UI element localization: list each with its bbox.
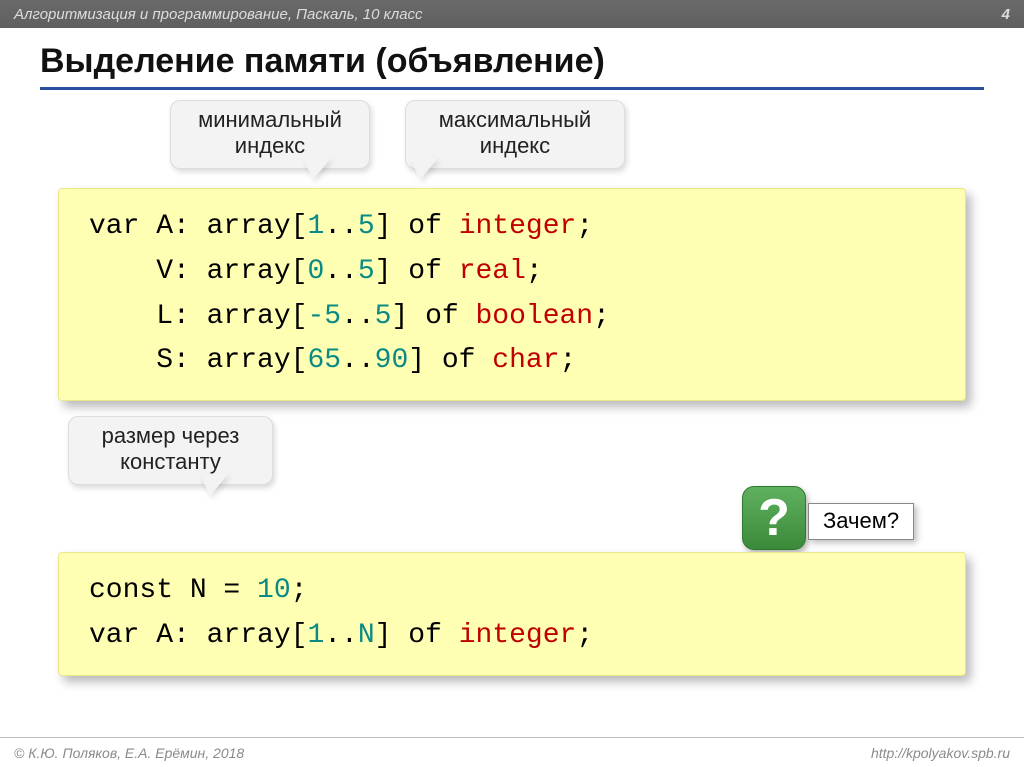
code-number: 1 bbox=[307, 620, 324, 651]
callout-text: максимальный bbox=[439, 107, 591, 132]
code-text: ; bbox=[593, 301, 610, 332]
code-type: char bbox=[492, 345, 559, 376]
code-text: .. bbox=[324, 211, 358, 242]
code-number: 5 bbox=[375, 301, 392, 332]
code-identifier: N bbox=[358, 620, 375, 651]
footer-url: http://kpolyakov.spb.ru bbox=[871, 745, 1010, 761]
code-number: 10 bbox=[257, 575, 291, 606]
breadcrumb: Алгоритмизация и программирование, Паска… bbox=[14, 6, 423, 23]
code-text: .. bbox=[324, 256, 358, 287]
callout-text: индекс bbox=[480, 133, 550, 158]
code-text: ; bbox=[291, 575, 308, 606]
code-text: ] of bbox=[391, 301, 475, 332]
code-text: ] of bbox=[375, 211, 459, 242]
slide: Алгоритмизация и программирование, Паска… bbox=[0, 0, 1024, 767]
code-text: L: array[ bbox=[89, 301, 307, 332]
code-type: integer bbox=[459, 211, 577, 242]
callout-text: минимальный bbox=[198, 107, 342, 132]
code-text: .. bbox=[341, 301, 375, 332]
question-mark-glyph: ? bbox=[758, 488, 790, 548]
code-text: ] of bbox=[408, 345, 492, 376]
code-type: boolean bbox=[475, 301, 593, 332]
code-block-declarations: var A: array[1..5] of integer; V: array[… bbox=[58, 188, 966, 401]
slide-content: минимальный индекс максимальный индекс v… bbox=[0, 100, 1024, 750]
code-text: S: array[ bbox=[89, 345, 307, 376]
copyright: © К.Ю. Поляков, Е.А. Ерёмин, 2018 bbox=[14, 745, 244, 761]
code-number: 65 bbox=[307, 345, 341, 376]
code-type: real bbox=[459, 256, 526, 287]
slide-footer: © К.Ю. Поляков, Е.А. Ерёмин, 2018 http:/… bbox=[0, 737, 1024, 767]
callout-tail-icon bbox=[303, 158, 331, 180]
callout-max-index: максимальный индекс bbox=[405, 100, 625, 169]
code-text: = bbox=[207, 575, 257, 606]
code-text: ; bbox=[526, 256, 543, 287]
code-text: ] of bbox=[375, 256, 459, 287]
code-type: integer bbox=[459, 620, 577, 651]
code-text: const N bbox=[89, 575, 207, 606]
callout-tail-icon bbox=[200, 474, 228, 496]
question-label: Зачем? bbox=[808, 503, 914, 540]
code-number: 1 bbox=[307, 211, 324, 242]
code-text: var A: array[ bbox=[89, 211, 307, 242]
code-block-const: const N = 10; var A: array[1..N] of inte… bbox=[58, 552, 966, 676]
code-text: var A: array[ bbox=[89, 620, 307, 651]
code-number: 90 bbox=[375, 345, 409, 376]
code-text: .. bbox=[341, 345, 375, 376]
callout-text: размер через bbox=[102, 423, 240, 448]
page-title: Выделение памяти (объявление) bbox=[40, 42, 984, 90]
code-text: ; bbox=[576, 211, 593, 242]
code-text: .. bbox=[324, 620, 358, 651]
question-mark-icon: ? bbox=[742, 486, 806, 550]
code-number: 0 bbox=[307, 256, 324, 287]
page-number: 4 bbox=[1002, 6, 1010, 23]
slide-header: Алгоритмизация и программирование, Паска… bbox=[0, 0, 1024, 28]
code-number: 5 bbox=[358, 211, 375, 242]
code-text: ; bbox=[560, 345, 577, 376]
code-text: ] of bbox=[375, 620, 459, 651]
code-text: V: array[ bbox=[89, 256, 307, 287]
callout-text: константу bbox=[120, 449, 221, 474]
code-text: ; bbox=[576, 620, 593, 651]
callout-text: индекс bbox=[235, 133, 305, 158]
callout-tail-icon bbox=[410, 158, 438, 180]
callout-min-index: минимальный индекс bbox=[170, 100, 370, 169]
code-number: -5 bbox=[307, 301, 341, 332]
callout-size-const: размер через константу bbox=[68, 416, 273, 485]
code-number: 5 bbox=[358, 256, 375, 287]
